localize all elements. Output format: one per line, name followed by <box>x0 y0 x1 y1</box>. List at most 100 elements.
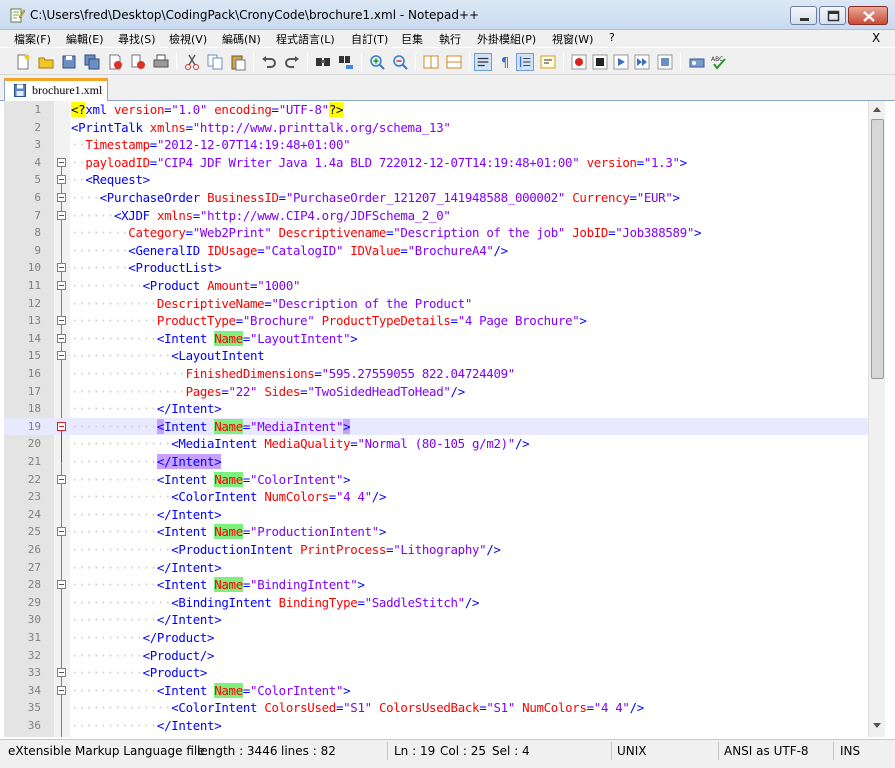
fold-toggle-icon[interactable] <box>57 193 66 202</box>
scroll-down-arrow-icon[interactable] <box>873 723 881 728</box>
fold-toggle-icon[interactable] <box>57 668 66 678</box>
fold-toggle-icon[interactable] <box>57 333 66 343</box>
menu-encoding[interactable]: 編碼(N) <box>222 31 261 47</box>
close-file-icon[interactable] <box>106 53 124 71</box>
code-line[interactable]: 30 ············</Intent> <box>4 611 868 629</box>
menu-run[interactable]: 執行 <box>439 31 461 47</box>
vertical-scrollbar[interactable] <box>868 101 885 737</box>
zoom-in-icon[interactable] <box>368 53 386 71</box>
copy-icon[interactable] <box>206 53 224 71</box>
code-line[interactable]: 22 ············<Intent Name="ColorIntent"… <box>4 471 868 489</box>
spell-check-icon[interactable]: ABC <box>710 53 728 71</box>
save-icon[interactable] <box>60 53 78 71</box>
minimize-button[interactable] <box>790 6 817 25</box>
paste-icon[interactable] <box>229 53 247 71</box>
fold-toggle-icon[interactable] <box>57 157 66 167</box>
code-line[interactable]: 12 ············DescriptiveName="Descripti… <box>4 295 868 313</box>
sync-vertical-icon[interactable] <box>422 53 440 71</box>
stop-recording-icon[interactable] <box>591 53 609 71</box>
code-line[interactable]: 34 ············<Intent Name="ColorIntent"… <box>4 682 868 700</box>
fold-toggle-icon[interactable] <box>57 175 66 185</box>
close-window-button[interactable] <box>848 6 888 25</box>
run-macro-multiple-icon[interactable] <box>633 53 651 71</box>
menu-help[interactable]: ? <box>609 31 615 44</box>
code-line[interactable]: 24 ············</Intent> <box>4 506 868 524</box>
fold-toggle-icon[interactable] <box>57 421 66 431</box>
code-line[interactable]: 33 ··········<Product> <box>4 664 868 682</box>
code-line[interactable]: 11 ··········<Product Amount="1000" <box>4 277 868 295</box>
code-line[interactable]: 18 ············</Intent> <box>4 400 868 418</box>
code-line[interactable]: 29 ··············<BindingIntent BindingTy… <box>4 594 868 612</box>
menu-search[interactable]: 尋找(S) <box>118 31 156 47</box>
code-line[interactable]: 15 ··············<LayoutIntent <box>4 347 868 365</box>
cut-icon[interactable] <box>183 53 201 71</box>
menu-plugins[interactable]: 外掛模組(P) <box>477 31 536 47</box>
close-all-icon[interactable] <box>129 53 147 71</box>
code-line[interactable]: 35 ··············<ColorIntent ColorsUsed =… <box>4 699 868 717</box>
maximize-button[interactable] <box>819 6 846 25</box>
code-line[interactable]: 7 ······<XJDF xmlns="http://www.CIP4.org/… <box>4 207 868 225</box>
code-line[interactable]: 3 ··Timestamp="2012-12-07T14:19:48+01:00" <box>4 136 868 154</box>
scrollbar-thumb[interactable] <box>871 119 884 379</box>
menu-view[interactable]: 檢視(V) <box>169 31 207 47</box>
code-line[interactable]: 23 ··············<ColorIntent NumColors="… <box>4 488 868 506</box>
code-line[interactable]: 17 ················Pages="22" Sides="TwoS… <box>4 383 868 401</box>
code-line[interactable]: 26 ··············<ProductionIntent PrintP… <box>4 541 868 559</box>
word-wrap-icon[interactable] <box>474 53 492 71</box>
fold-toggle-icon[interactable] <box>57 316 66 326</box>
find-icon[interactable] <box>314 53 332 71</box>
zoom-out-icon[interactable] <box>391 53 409 71</box>
fold-toggle-icon[interactable] <box>57 685 66 695</box>
fold-toggle-icon[interactable] <box>57 263 66 273</box>
code-line[interactable]: 36 ············</Intent> <box>4 717 868 735</box>
code-line[interactable]: 13 ············ProductType="Brochure" Pro… <box>4 312 868 330</box>
print-icon[interactable] <box>152 53 170 71</box>
menu-edit[interactable]: 編輯(E) <box>66 31 104 47</box>
code-editor[interactable]: 1 <?xml version="1.0" encoding="UTF-8"?> 2… <box>4 101 868 737</box>
fold-toggle-icon[interactable] <box>57 281 66 290</box>
record-macro-icon[interactable] <box>570 53 588 71</box>
scroll-up-arrow-icon[interactable] <box>873 107 881 112</box>
fold-toggle-icon[interactable] <box>57 210 66 220</box>
code-line[interactable]: 20 ··············<MediaIntent MediaQualit… <box>4 435 868 453</box>
fold-toggle-icon[interactable] <box>57 351 66 361</box>
save-all-icon[interactable] <box>83 53 101 71</box>
code-line[interactable]: 16 ················FinishedDimensions="59… <box>4 365 868 383</box>
code-line[interactable]: 31 ··········</Product> <box>4 629 868 647</box>
code-line[interactable]: 25 ············<Intent Name="ProductionIn… <box>4 523 868 541</box>
code-line[interactable]: 4 ··payloadID="CIP4 JDF Writer Java 1.4a … <box>4 154 868 172</box>
fold-toggle-icon[interactable] <box>57 527 66 537</box>
plugin-icon[interactable] <box>688 53 706 71</box>
user-defined-language-icon[interactable] <box>539 53 557 71</box>
replace-icon[interactable] <box>337 53 355 71</box>
code-line[interactable]: 8 ········Category="Web2Print" Descriptiv… <box>4 224 868 242</box>
code-line[interactable]: 1 <?xml version="1.0" encoding="UTF-8"?> <box>4 101 868 119</box>
code-line[interactable]: 32 ··········<Product/> <box>4 647 868 665</box>
menu-file[interactable]: 檔案(F) <box>14 31 51 47</box>
close-document-button[interactable]: X <box>872 31 880 45</box>
code-line[interactable]: 28 ············<Intent Name="BindingInten… <box>4 576 868 594</box>
code-line[interactable]: 10 ········<ProductList> <box>4 259 868 277</box>
show-all-characters-icon[interactable]: ¶ <box>496 53 514 71</box>
code-line[interactable]: 19 ············<Intent Name="MediaIntent"… <box>4 417 868 436</box>
open-file-icon[interactable] <box>37 53 55 71</box>
tab-brochure1-xml[interactable]: brochure1.xml <box>4 78 108 101</box>
code-line[interactable]: 14 ············<Intent Name="LayoutIntent… <box>4 330 868 348</box>
indent-guide-icon[interactable] <box>516 53 534 71</box>
save-macro-icon[interactable] <box>656 53 674 71</box>
menu-window[interactable]: 視窗(W) <box>552 31 593 47</box>
code-line[interactable]: 21 ············</Intent> <box>4 453 868 471</box>
redo-icon[interactable] <box>283 53 301 71</box>
fold-toggle-icon[interactable] <box>57 474 66 484</box>
menu-settings[interactable]: 自訂(T) <box>351 31 388 47</box>
new-file-icon[interactable] <box>14 53 32 71</box>
playback-macro-icon[interactable] <box>612 53 630 71</box>
code-line[interactable]: 5 ··<Request> <box>4 171 868 189</box>
code-line[interactable]: 9 ········<GeneralID IDUsage = "CatalogID" … <box>4 242 868 260</box>
code-line[interactable]: 2 <PrintTalk xmlns="http://www.printtalk.… <box>4 119 868 137</box>
code-line[interactable]: 27 ············</Intent> <box>4 559 868 577</box>
menu-language[interactable]: 程式語言(L) <box>276 31 335 47</box>
code-line[interactable]: 6 ····<PurchaseOrder BusinessID="Purchase… <box>4 189 868 207</box>
title-bar[interactable]: C:\Users\fred\Desktop\CodingPack\CronyCo… <box>0 0 895 30</box>
undo-icon[interactable] <box>260 53 278 71</box>
